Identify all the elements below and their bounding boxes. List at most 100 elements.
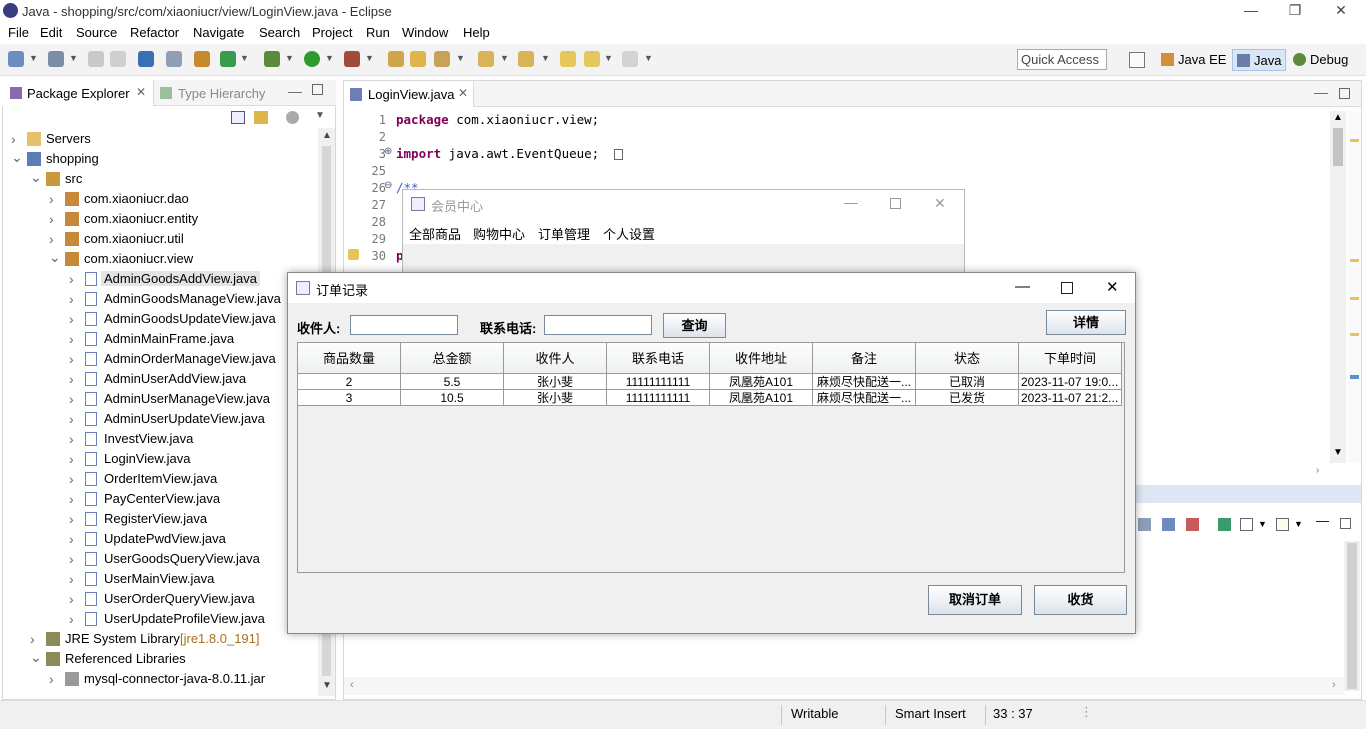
tree-item[interactable]: ⌄ Referenced Libraries: [3, 649, 318, 669]
collapsed-chevron-icon[interactable]: ›: [69, 351, 74, 367]
table-cell[interactable]: 麻烦尽快配送一...: [813, 390, 916, 406]
table-cell[interactable]: 已取消: [916, 374, 1019, 390]
menu-source[interactable]: Source: [76, 25, 117, 40]
tree-item[interactable]: › com.xiaoniucr.entity: [3, 209, 318, 229]
run-config-icon[interactable]: [344, 51, 360, 67]
minimize-editor-icon[interactable]: —: [1314, 84, 1328, 100]
pin-console-icon[interactable]: [1218, 518, 1231, 531]
collapsed-chevron-icon[interactable]: ›: [69, 431, 74, 447]
table-header-cell[interactable]: 收件人: [504, 343, 607, 374]
save-all-icon[interactable]: [110, 51, 126, 67]
collapsed-chevron-icon[interactable]: ›: [69, 331, 74, 347]
table-cell[interactable]: 10.5: [401, 390, 504, 406]
collapsed-chevron-icon[interactable]: ›: [49, 191, 54, 207]
collapsed-chevron-icon[interactable]: ›: [69, 511, 74, 527]
back-icon[interactable]: [584, 51, 600, 67]
tree-item[interactable]: › InvestView.java: [3, 429, 318, 449]
collapsed-chevron-icon[interactable]: ›: [69, 371, 74, 387]
menu-refactor[interactable]: Refactor: [130, 25, 179, 40]
tree-item[interactable]: › UserMainView.java: [3, 569, 318, 589]
menu-help[interactable]: Help: [463, 25, 490, 40]
menu-personal-settings[interactable]: 个人设置: [603, 224, 655, 243]
forward-icon[interactable]: [622, 51, 638, 67]
tree-item[interactable]: › RegisterView.java: [3, 509, 318, 529]
close-tab-icon[interactable]: ✕: [136, 85, 146, 99]
table-cell[interactable]: 2023-11-07 19:0...: [1019, 374, 1122, 390]
collapsed-chevron-icon[interactable]: ›: [69, 611, 74, 627]
table-cell[interactable]: 11111111111: [607, 390, 710, 406]
menu-project[interactable]: Project: [312, 25, 352, 40]
table-header-cell[interactable]: 总金额: [401, 343, 504, 374]
table-header-cell[interactable]: 下单时间: [1019, 343, 1122, 374]
remove-launch-icon[interactable]: [1186, 518, 1199, 531]
table-header-cell[interactable]: 收件地址: [710, 343, 813, 374]
package-icon[interactable]: [194, 51, 210, 67]
tree-item[interactable]: › JRE System Library [jre1.8.0_191]: [3, 629, 318, 649]
tree-item[interactable]: › OrderItemView.java: [3, 469, 318, 489]
order-table[interactable]: 商品数量 总金额 收件人 联系电话 收件地址 备注 状态 下单时间 2 5.5 张小斐 1111111…: [297, 342, 1125, 573]
menu-order-manage[interactable]: 订单管理: [538, 224, 590, 243]
expanded-chevron-icon[interactable]: ⌄: [11, 149, 23, 166]
tree-item[interactable]: › PayCenterView.java: [3, 489, 318, 509]
tree-item[interactable]: › UserGoodsQueryView.java: [3, 549, 318, 569]
tree-item[interactable]: › com.xiaoniucr.util: [3, 229, 318, 249]
tree-item[interactable]: › AdminUserManageView.java: [3, 389, 318, 409]
tree-item[interactable]: ⌄ shopping: [3, 149, 318, 169]
collapsed-chevron-icon[interactable]: ›: [49, 211, 54, 227]
collapsed-chevron-icon[interactable]: ›: [69, 411, 74, 427]
folded-import-icon[interactable]: [614, 149, 623, 160]
close-icon[interactable]: ✕: [934, 195, 946, 212]
menu-all-goods[interactable]: 全部商品: [409, 224, 461, 243]
table-cell[interactable]: 张小斐: [504, 374, 607, 390]
tree-item[interactable]: › AdminOrderManageView.java: [3, 349, 318, 369]
expanded-chevron-icon[interactable]: ⌄: [49, 249, 61, 266]
filter-icon[interactable]: [286, 111, 299, 124]
menu-file[interactable]: File: [8, 25, 29, 40]
table-cell[interactable]: 已发货: [916, 390, 1019, 406]
editor-vscroll[interactable]: ▲ ▼: [1330, 111, 1346, 463]
detail-button[interactable]: 详情: [1046, 310, 1126, 335]
tab-package-explorer[interactable]: Package Explorer ✕: [2, 80, 154, 106]
run-icon[interactable]: [304, 51, 320, 67]
menu-navigate[interactable]: Navigate: [193, 25, 244, 40]
table-cell[interactable]: 凤凰苑A101: [710, 374, 813, 390]
collapsed-chevron-icon[interactable]: ›: [30, 631, 35, 647]
fold-marker-icon[interactable]: ⊕: [384, 146, 392, 157]
clear-console-icon[interactable]: [1138, 518, 1151, 531]
collapsed-chevron-icon[interactable]: ›: [69, 551, 74, 567]
maximize-icon[interactable]: [1061, 282, 1073, 294]
open-perspective-icon[interactable]: [1129, 52, 1145, 68]
maximize-console-icon[interactable]: [1340, 518, 1351, 529]
next-annotation-icon[interactable]: [478, 51, 494, 67]
tab-type-hierarchy[interactable]: Type Hierarchy: [158, 80, 278, 106]
menu-window[interactable]: Window: [402, 25, 448, 40]
debug-icon[interactable]: [264, 51, 280, 67]
table-header-cell[interactable]: 联系电话: [607, 343, 710, 374]
collapsed-chevron-icon[interactable]: ›: [49, 231, 54, 247]
minimize-console-icon[interactable]: —: [1316, 513, 1329, 528]
perspective-java-ee[interactable]: Java EE: [1157, 49, 1230, 71]
tree-item[interactable]: › mysql-connector-java-8.0.11.jar: [3, 669, 318, 689]
collapsed-chevron-icon[interactable]: ›: [69, 391, 74, 407]
fold-marker-icon[interactable]: ⊖: [384, 180, 392, 191]
perspective-debug[interactable]: Debug: [1289, 49, 1352, 71]
tree-item[interactable]: › AdminGoodsManageView.java: [3, 289, 318, 309]
table-cell[interactable]: 5.5: [401, 374, 504, 390]
close-icon[interactable]: ✕: [1106, 278, 1119, 296]
quick-access-input[interactable]: Quick Access: [1017, 49, 1107, 70]
tree-item[interactable]: › UpdatePwdView.java: [3, 529, 318, 549]
table-cell[interactable]: 麻烦尽快配送一...: [813, 374, 916, 390]
tree-item[interactable]: › AdminGoodsAddView.java: [3, 269, 318, 289]
tree-item[interactable]: ⌄ src: [3, 169, 318, 189]
tree-item[interactable]: › LoginView.java: [3, 449, 318, 469]
tree-item[interactable]: › Servers: [3, 129, 318, 149]
tree-item[interactable]: ⌄ com.xiaoniucr.view: [3, 249, 318, 269]
table-cell[interactable]: 凤凰苑A101: [710, 390, 813, 406]
open-console-icon[interactable]: [1276, 518, 1289, 531]
pen-icon[interactable]: [434, 51, 450, 67]
table-cell[interactable]: 3: [298, 390, 401, 406]
new-wizard-icon[interactable]: [48, 51, 64, 67]
open-type-icon[interactable]: [388, 51, 404, 67]
tab-login-view[interactable]: LoginView.java ✕: [344, 81, 474, 107]
skip-breakpoints-icon[interactable]: [166, 51, 182, 67]
